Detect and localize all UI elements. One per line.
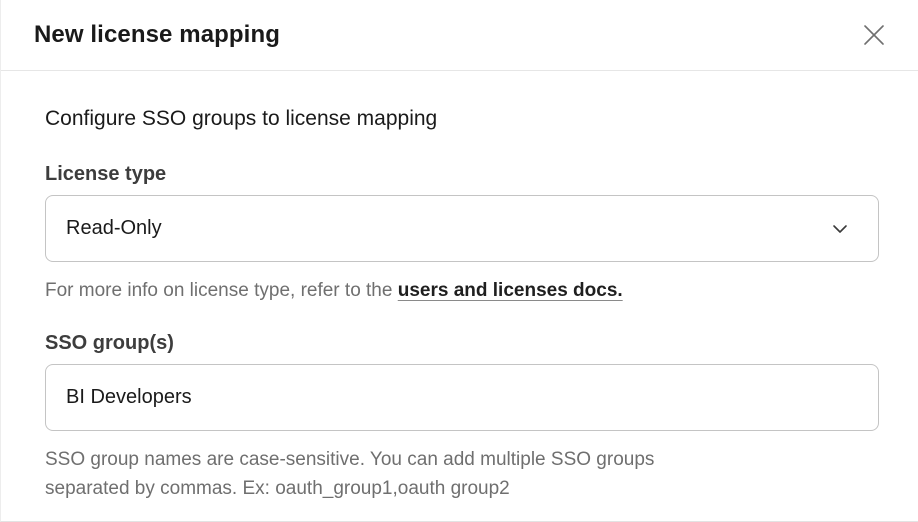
dialog-header: New license mapping: [1, 0, 918, 71]
chevron-down-icon: [832, 224, 848, 234]
close-icon: [862, 23, 886, 47]
sso-groups-label: SSO group(s): [45, 332, 878, 355]
dialog-title: New license mapping: [34, 21, 280, 49]
license-type-select[interactable]: Read-Only: [45, 195, 879, 262]
sso-groups-helper-line-1: SSO group names are case-sensitive. You …: [45, 445, 878, 474]
close-button[interactable]: [856, 17, 892, 53]
dialog-body: Configure SSO groups to license mapping …: [1, 71, 918, 503]
sso-groups-helper: SSO group names are case-sensitive. You …: [45, 445, 878, 503]
sso-groups-field: SSO group(s) SSO group names are case-se…: [45, 332, 878, 503]
license-type-helper: For more info on license type, refer to …: [45, 276, 878, 305]
license-type-selected-value: Read-Only: [66, 217, 162, 240]
sso-groups-helper-line-2: separated by commas. Ex: oauth_group1,oa…: [45, 474, 878, 503]
new-license-mapping-dialog: New license mapping Configure SSO groups…: [0, 0, 918, 522]
sso-groups-input[interactable]: [45, 364, 879, 431]
form-heading: Configure SSO groups to license mapping: [45, 107, 878, 131]
users-licenses-docs-link[interactable]: users and licenses docs.: [398, 280, 623, 301]
license-type-label: License type: [45, 163, 878, 186]
license-type-field: License type Read-Only For more info on …: [45, 163, 878, 305]
license-type-helper-text: For more info on license type, refer to …: [45, 280, 398, 301]
